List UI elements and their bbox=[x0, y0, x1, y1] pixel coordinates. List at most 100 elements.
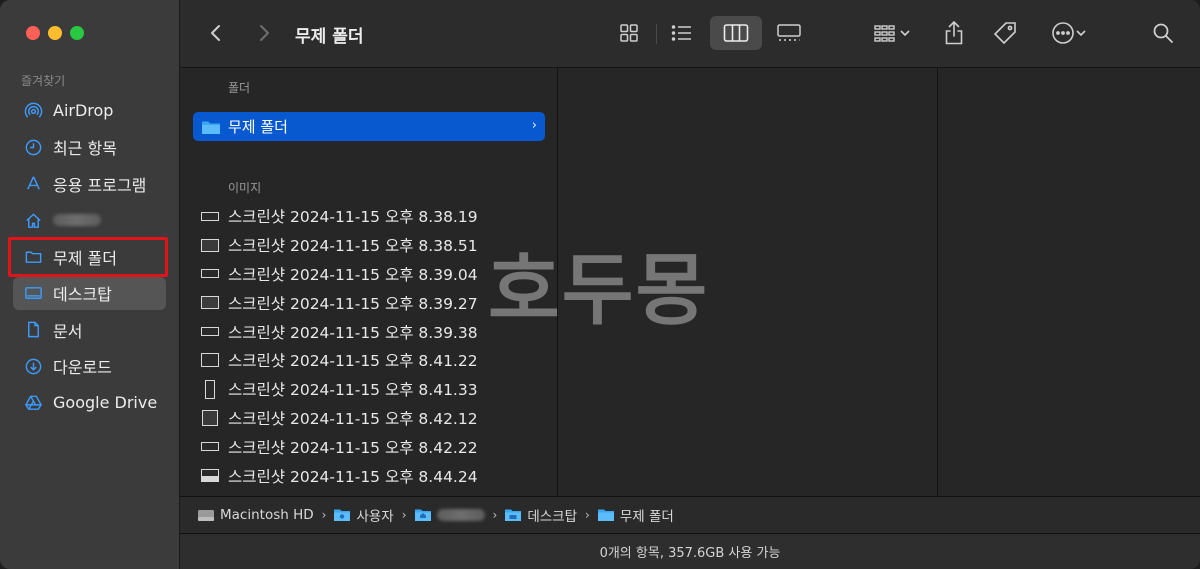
window-title: 무제 폴더 bbox=[295, 27, 364, 47]
desktop-icon bbox=[23, 283, 43, 303]
column-3 bbox=[939, 68, 1200, 496]
back-button[interactable] bbox=[202, 16, 230, 50]
file-row[interactable]: 스크린샷 2024-11-15 오후 8.41.22 bbox=[200, 346, 540, 375]
sidebar-item-downloads[interactable]: 다운로드 bbox=[13, 350, 166, 383]
zoom-window-button[interactable] bbox=[70, 26, 84, 40]
file-name: 스크린샷 2024-11-15 오후 8.38.19 bbox=[228, 208, 478, 227]
sidebar-item-label: 문서 bbox=[53, 321, 83, 341]
sidebar-item-airdrop[interactable]: AirDrop bbox=[13, 94, 166, 127]
chevron-right-icon: › bbox=[321, 508, 327, 522]
file-name: 스크린샷 2024-11-15 오후 8.39.38 bbox=[228, 323, 478, 342]
image-thumbnail-icon bbox=[200, 235, 220, 255]
list-icon bbox=[671, 25, 691, 41]
chevron-right-icon bbox=[260, 25, 269, 41]
file-row[interactable]: 스크린샷 2024-11-15 오후 8.42.12 bbox=[200, 404, 540, 433]
image-thumbnail-icon bbox=[200, 408, 220, 428]
sidebar-item-label: 다운로드 bbox=[53, 358, 112, 377]
sidebar-item-label: 데스크탑 bbox=[53, 285, 112, 304]
share-icon bbox=[945, 20, 963, 45]
action-menu-button[interactable] bbox=[1044, 16, 1094, 50]
sidebar-item-recents[interactable]: 최근 항목 bbox=[13, 131, 166, 164]
chevron-right-icon: › bbox=[401, 508, 407, 522]
sidebar-item-desktop[interactable]: 데스크탑 bbox=[13, 276, 166, 310]
chevron-right-icon: › bbox=[531, 118, 537, 133]
sidebar-item-label: AirDrop bbox=[53, 101, 114, 120]
close-window-button[interactable] bbox=[26, 26, 40, 40]
chevron-down-icon bbox=[900, 30, 910, 37]
image-thumbnail-icon bbox=[200, 379, 220, 399]
folder-icon bbox=[334, 509, 351, 521]
chevron-right-icon: › bbox=[492, 508, 498, 522]
folder-icon bbox=[597, 509, 614, 521]
favorites-section-title: 즐겨찾기 bbox=[21, 74, 66, 88]
file-name: 스크린샷 2024-11-15 오후 8.42.12 bbox=[228, 409, 478, 428]
file-row[interactable]: 스크린샷 2024-11-15 오후 8.41.33 bbox=[200, 375, 540, 404]
toolbar: 무제 폴더 bbox=[180, 0, 1200, 68]
column-view-button[interactable] bbox=[710, 16, 762, 50]
file-name: 스크린샷 2024-11-15 오후 8.41.33 bbox=[228, 381, 478, 400]
image-thumbnail-icon bbox=[200, 293, 220, 313]
minimize-window-button[interactable] bbox=[48, 26, 62, 40]
applications-icon bbox=[23, 174, 43, 194]
columns-icon bbox=[723, 24, 749, 42]
redacted-username bbox=[53, 214, 101, 226]
folder-icon bbox=[202, 121, 220, 134]
image-thumbnail-icon bbox=[200, 206, 220, 226]
file-row[interactable]: 스크린샷 2024-11-15 오후 8.38.19 bbox=[200, 202, 540, 231]
path-bar: Macintosh HD › 사용자 › › 데스크탑 › 무제 폴더 bbox=[180, 496, 1200, 533]
gallery-icon bbox=[777, 24, 801, 41]
sidebar-item-documents[interactable]: 문서 bbox=[13, 313, 166, 346]
sidebar-item-label: Google Drive bbox=[53, 393, 158, 412]
file-name: 스크린샷 2024-11-15 오후 8.38.51 bbox=[228, 237, 478, 256]
download-icon bbox=[23, 356, 43, 376]
crumb-label: Macintosh HD bbox=[220, 507, 314, 523]
highlight-box bbox=[8, 237, 168, 277]
selected-folder-row[interactable]: 무제 폴더 › bbox=[193, 112, 545, 141]
home-folder-icon bbox=[414, 509, 431, 521]
clock-icon bbox=[23, 137, 43, 157]
finder-window: 즐겨찾기 AirDrop 최근 항목 응용 프로그램 무제 폴더 데스크탑 문서… bbox=[0, 0, 1200, 569]
crumb-label: 무제 폴더 bbox=[619, 509, 674, 525]
group-by-button[interactable] bbox=[866, 16, 918, 50]
airdrop-icon bbox=[23, 101, 43, 121]
file-row[interactable]: 스크린샷 2024-11-15 오후 8.42.22 bbox=[200, 432, 540, 461]
chevron-down-icon bbox=[1076, 30, 1086, 37]
chevron-left-icon bbox=[211, 25, 220, 41]
images-group-header: 이미지 bbox=[228, 181, 262, 195]
folder-icon bbox=[505, 509, 522, 521]
file-row[interactable]: 스크린샷 2024-11-15 오후 8.44.24 bbox=[200, 461, 540, 490]
sidebar: 즐겨찾기 AirDrop 최근 항목 응용 프로그램 무제 폴더 데스크탑 문서… bbox=[0, 0, 180, 569]
icon-view-button[interactable] bbox=[612, 16, 646, 50]
image-thumbnail-icon bbox=[200, 264, 220, 284]
redacted-username bbox=[436, 509, 485, 521]
path-crumb-users[interactable]: 사용자 bbox=[333, 505, 394, 525]
image-thumbnail-icon bbox=[200, 350, 220, 370]
list-view-button[interactable] bbox=[665, 16, 699, 50]
path-crumb-macintosh-hd[interactable]: Macintosh HD bbox=[197, 507, 314, 523]
share-button[interactable] bbox=[940, 16, 968, 50]
path-crumb-untitled-folder[interactable]: 무제 폴더 bbox=[597, 505, 674, 525]
sidebar-item-applications[interactable]: 응용 프로그램 bbox=[13, 167, 166, 200]
path-crumb-desktop[interactable]: 데스크탑 bbox=[504, 505, 577, 525]
search-icon bbox=[1153, 23, 1173, 43]
path-crumb-home[interactable] bbox=[414, 507, 485, 523]
ellipsis-circle-icon bbox=[1052, 22, 1074, 44]
toolbar-divider bbox=[656, 24, 657, 44]
status-text: 0개의 항목, 357.6GB 사용 가능 bbox=[599, 546, 781, 561]
file-name: 스크린샷 2024-11-15 오후 8.39.27 bbox=[228, 294, 478, 313]
search-button[interactable] bbox=[1148, 16, 1178, 50]
google-drive-icon bbox=[23, 393, 43, 413]
chevron-right-icon: › bbox=[585, 508, 590, 522]
gallery-view-button[interactable] bbox=[772, 16, 806, 50]
forward-button[interactable] bbox=[250, 16, 278, 50]
status-bar: 0개의 항목, 357.6GB 사용 가능 bbox=[180, 533, 1200, 569]
file-name: 스크린샷 2024-11-15 오후 8.42.22 bbox=[228, 438, 478, 457]
sidebar-item-home[interactable] bbox=[13, 204, 166, 237]
file-name: 스크린샷 2024-11-15 오후 8.41.22 bbox=[228, 352, 478, 371]
crumb-label: 사용자 bbox=[356, 509, 394, 525]
home-icon bbox=[23, 210, 43, 230]
tags-button[interactable] bbox=[990, 16, 1020, 50]
image-thumbnail-icon bbox=[200, 466, 220, 486]
window-controls bbox=[26, 26, 84, 40]
sidebar-item-google-drive[interactable]: Google Drive bbox=[13, 386, 166, 419]
